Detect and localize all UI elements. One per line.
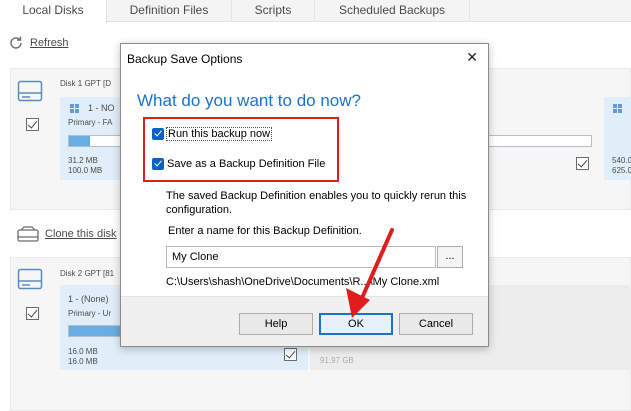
save-definition-option[interactable]: Save as a Backup Definition File [152, 158, 325, 170]
dialog-heading: What do you want to do now? [137, 91, 361, 110]
cancel-button[interactable]: Cancel [399, 313, 473, 335]
options-highlight-box [143, 117, 339, 182]
dialog-button-bar: Help OK Cancel [121, 296, 488, 346]
definition-info-text: The saved Backup Definition enables you … [166, 190, 467, 216]
run-backup-now-label: Run this backup now [165, 127, 273, 141]
dialog-title: Backup Save Options [127, 52, 243, 66]
annotation-arrow [346, 228, 394, 318]
help-button[interactable]: Help [239, 313, 313, 335]
browse-button[interactable]: ... [437, 246, 463, 268]
save-definition-label: Save as a Backup Definition File [167, 158, 326, 170]
run-backup-now-checkbox[interactable] [152, 128, 164, 140]
close-icon[interactable]: ✕ [466, 49, 478, 66]
backup-save-options-dialog: Backup Save Options ✕ What do you want t… [120, 43, 489, 347]
save-definition-checkbox[interactable] [152, 158, 164, 170]
run-backup-now-option[interactable]: Run this backup now [152, 127, 273, 141]
definition-name-label: Enter a name for this Backup Definition. [168, 225, 362, 237]
